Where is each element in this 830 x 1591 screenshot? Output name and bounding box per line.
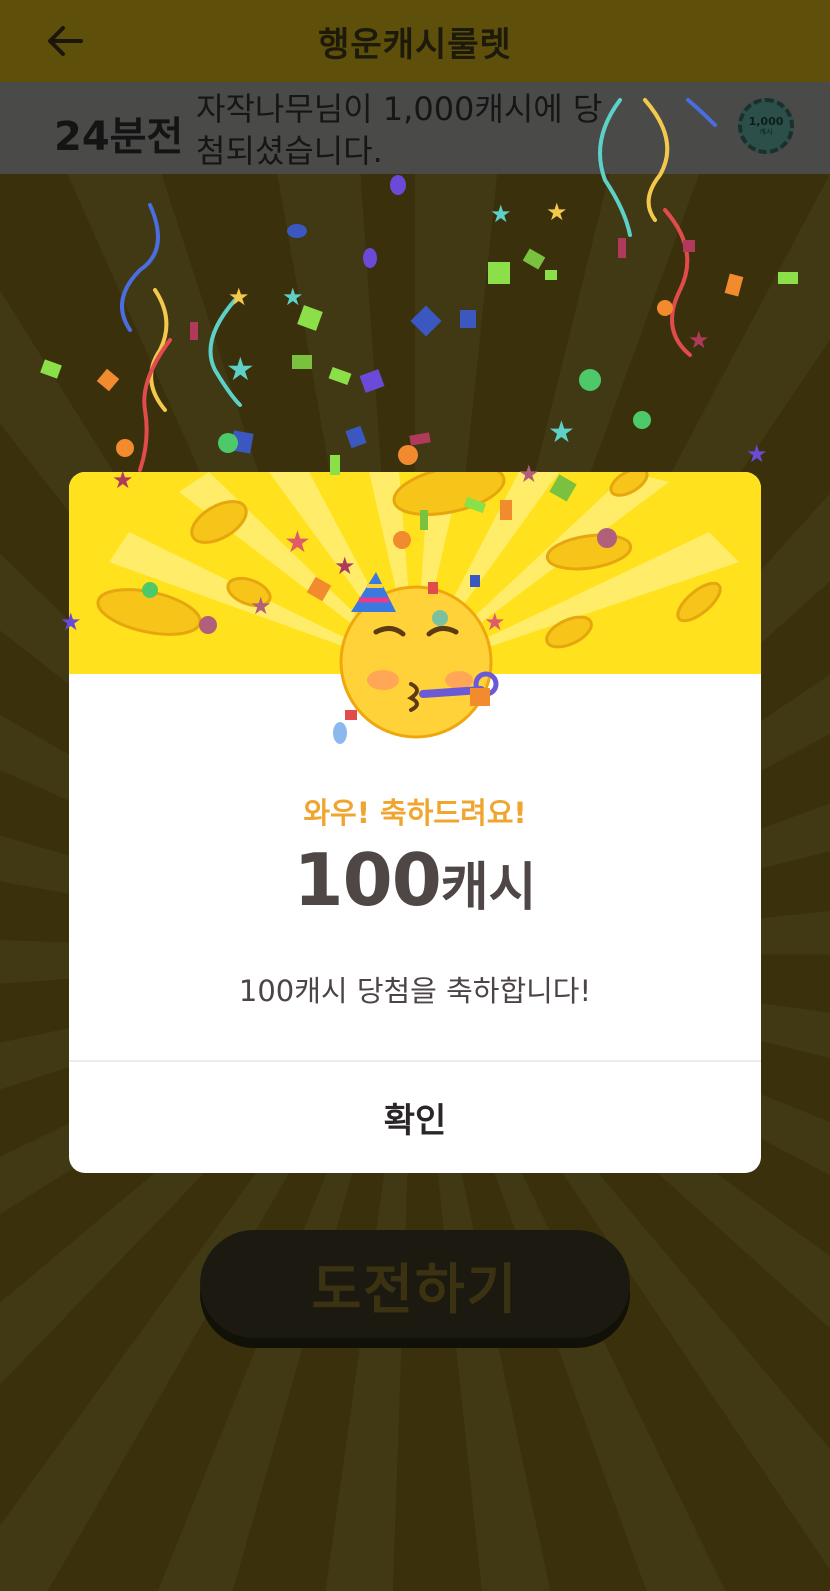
cash-chip-icon: 1,000 캐시 <box>738 98 794 154</box>
page-title: 행운캐시룰렛 <box>318 24 512 65</box>
dialog-headline: 와우! 축하드려요! <box>303 796 527 830</box>
dialog-message: 100캐시 당첨을 축하합니다! <box>238 974 592 1008</box>
chip-unit: 캐시 <box>759 128 773 136</box>
prize-amount-unit: 캐시 <box>440 858 537 918</box>
back-button[interactable] <box>40 16 90 66</box>
prize-amount: 100캐시 <box>69 838 761 922</box>
chip-amount: 1,000 <box>748 115 784 128</box>
ticker-message: 자작나무님이 1,000캐시에 당첨되셨습니다. <box>196 90 603 170</box>
arrow-left-icon <box>48 26 83 56</box>
prize-amount-number: 100 <box>293 838 442 922</box>
challenge-button-label: 도전하기 <box>311 1257 519 1321</box>
challenge-button[interactable]: 도전하기 <box>200 1230 630 1338</box>
top-app-bar: 행운캐시룰렛 <box>0 0 830 82</box>
winner-ticker: 24분전 자작나무님이 1,000캐시에 당첨되셨습니다. <box>0 82 830 174</box>
partying-face-icon <box>339 572 499 739</box>
win-dialog: 와우! 축하드려요! 100캐시 100캐시 당첨을 축하합니다! 확인 <box>69 472 761 1173</box>
confirm-button[interactable]: 확인 <box>69 1062 761 1173</box>
ticker-time-ago: 24분전 <box>54 114 184 160</box>
